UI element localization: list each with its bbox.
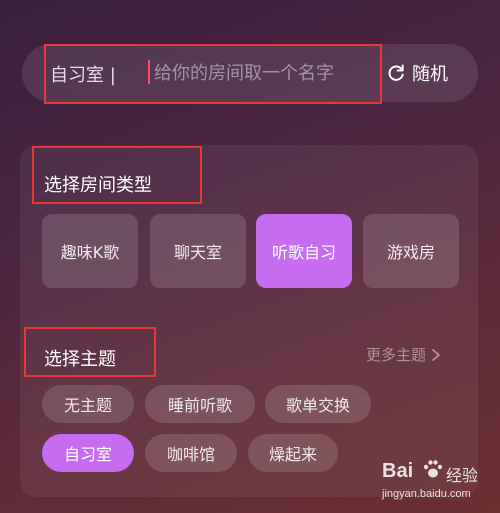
- watermark-url: jingyan.baidu.com: [382, 488, 471, 500]
- random-name-button[interactable]: 随机: [386, 58, 448, 88]
- paw-icon: [423, 460, 443, 478]
- theme-chip-playlist-exchange[interactable]: 歌单交换: [265, 385, 371, 423]
- more-themes-label: 更多主题: [366, 346, 427, 364]
- theme-chip-cafe[interactable]: 咖啡馆: [145, 434, 237, 472]
- room-type-option-karaoke[interactable]: 趣味K歌: [42, 214, 138, 288]
- baidu-jingyan-watermark: Bai 经验 jingyan.baidu.com: [382, 458, 494, 508]
- watermark-logo-text: Bai: [382, 460, 414, 482]
- room-type-option-chat[interactable]: 聊天室: [150, 214, 246, 288]
- chevron-right-icon: [432, 348, 440, 361]
- annotation-box-room-type: [32, 146, 202, 204]
- room-type-option-game[interactable]: 游戏房: [363, 214, 459, 288]
- theme-chip-bedtime-music[interactable]: 睡前听歌: [145, 385, 255, 423]
- theme-chip-none[interactable]: 无主题: [42, 385, 134, 423]
- theme-chip-get-hyped[interactable]: 燥起来: [248, 434, 338, 472]
- theme-chip-study-room[interactable]: 自习室: [42, 434, 134, 472]
- room-type-option-music-study[interactable]: 听歌自习: [256, 214, 352, 288]
- watermark-text: 经验: [446, 466, 479, 485]
- refresh-icon: [388, 64, 404, 81]
- more-themes-link[interactable]: 更多主题: [366, 344, 442, 365]
- annotation-box-theme: [24, 327, 156, 377]
- annotation-box-name: [44, 44, 382, 104]
- random-name-label: 随机: [412, 64, 448, 85]
